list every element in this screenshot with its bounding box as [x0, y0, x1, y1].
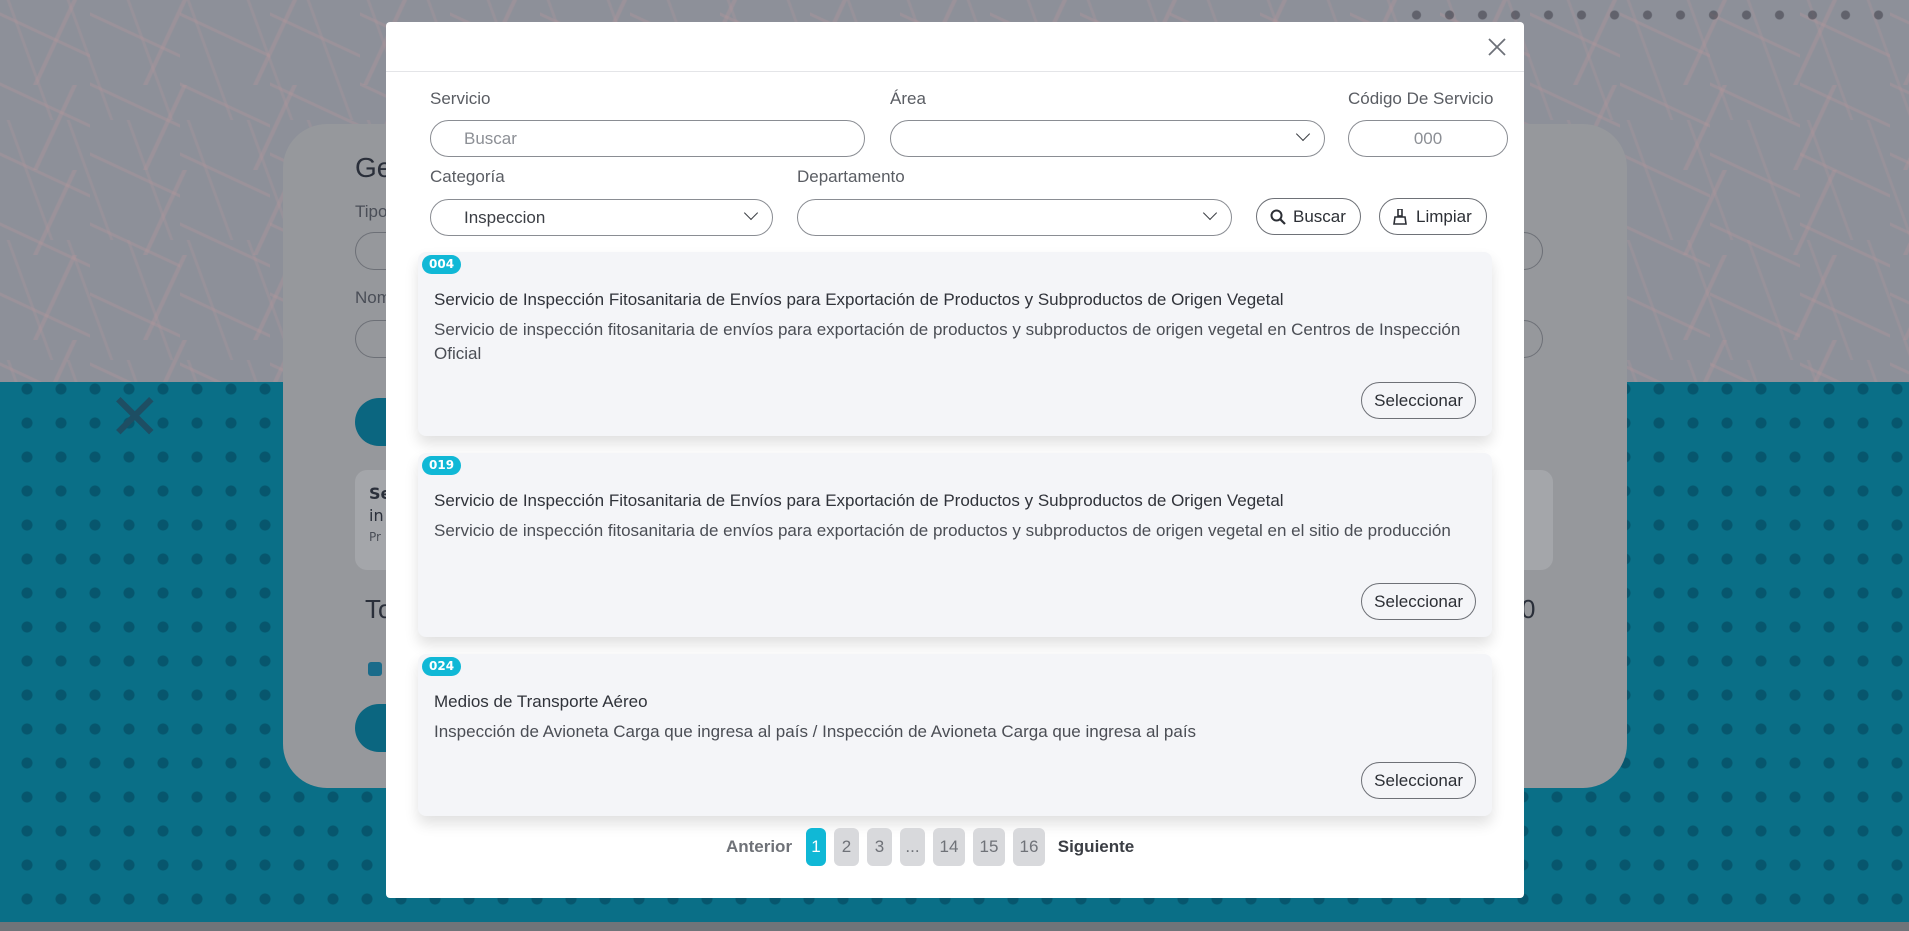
limpiar-button-label: Limpiar	[1416, 207, 1472, 226]
pagination-prev[interactable]: Anterior	[724, 828, 794, 866]
service-result-card: 019 Servicio de Inspección Fitosanitaria…	[418, 453, 1492, 637]
categoria-select-value: Inspeccion	[464, 208, 546, 227]
codigo-servicio-label: Código De Servicio	[1348, 89, 1494, 108]
pagination-page[interactable]: 16	[1013, 828, 1045, 866]
pagination: Anterior 1 2 3 ... 14 15 16 Siguiente	[386, 828, 1524, 866]
background-dots	[1400, 8, 1900, 22]
chevron-down-icon	[1295, 126, 1311, 142]
area-select[interactable]	[890, 120, 1325, 157]
pagination-page[interactable]: 3	[867, 828, 892, 866]
service-result-card: 004 Servicio de Inspección Fitosanitaria…	[418, 252, 1492, 436]
seleccionar-button[interactable]: Seleccionar	[1361, 762, 1476, 799]
pagination-page[interactable]: 14	[933, 828, 965, 866]
pagination-ellipsis: ...	[900, 828, 925, 866]
codigo-servicio-input[interactable]: 000	[1348, 120, 1508, 157]
seleccionar-button[interactable]: Seleccionar	[1361, 583, 1476, 620]
departamento-select[interactable]	[797, 199, 1232, 236]
service-description: Servicio de inspección fitosanitaria de …	[434, 521, 1451, 540]
background-x-decoration: ✕	[108, 381, 162, 455]
service-description: Inspección de Avioneta Carga que ingresa…	[434, 722, 1197, 741]
pagination-page[interactable]: 15	[973, 828, 1005, 866]
service-description: Servicio de inspección fitosanitaria de …	[434, 320, 1461, 363]
pagination-next[interactable]: Siguiente	[1056, 828, 1136, 866]
service-code-badge: 004	[422, 255, 462, 274]
categoria-select[interactable]: Inspeccion	[430, 199, 773, 236]
servicio-label: Servicio	[430, 89, 491, 108]
categoria-label: Categoría	[430, 167, 505, 186]
background-box-line: Pr	[369, 530, 381, 544]
buscar-button-label: Buscar	[1293, 207, 1346, 226]
servicio-search-input[interactable]: Buscar	[430, 120, 865, 157]
chevron-down-icon	[743, 205, 759, 221]
limpiar-button[interactable]: Limpiar	[1379, 198, 1487, 235]
service-code-badge: 019	[422, 456, 462, 475]
service-title: Servicio de Inspección Fitosanitaria de …	[434, 290, 1284, 309]
background-checkbox	[368, 662, 382, 676]
background-tipo-label: Tipo	[355, 202, 388, 221]
service-title: Medios de Transporte Aéreo	[434, 692, 648, 711]
departamento-label: Departamento	[797, 167, 905, 186]
service-result-card: 024 Medios de Transporte Aéreo Inspecció…	[418, 654, 1492, 816]
modal-header	[386, 22, 1524, 72]
background-footer	[0, 922, 1909, 931]
search-icon	[1270, 199, 1286, 238]
chevron-down-icon	[1202, 205, 1218, 221]
service-code-badge: 024	[422, 657, 462, 676]
pagination-page[interactable]: 1	[806, 828, 826, 866]
seleccionar-button[interactable]: Seleccionar	[1361, 382, 1476, 419]
area-label: Área	[890, 89, 926, 108]
service-search-modal: Servicio Buscar Área Código De Servicio …	[386, 22, 1524, 898]
pagination-page[interactable]: 2	[834, 828, 859, 866]
buscar-button[interactable]: Buscar	[1256, 198, 1361, 235]
broom-icon	[1393, 199, 1407, 238]
service-title: Servicio de Inspección Fitosanitaria de …	[434, 491, 1284, 510]
close-icon[interactable]	[1484, 34, 1510, 60]
background-box-line: in	[369, 506, 384, 525]
